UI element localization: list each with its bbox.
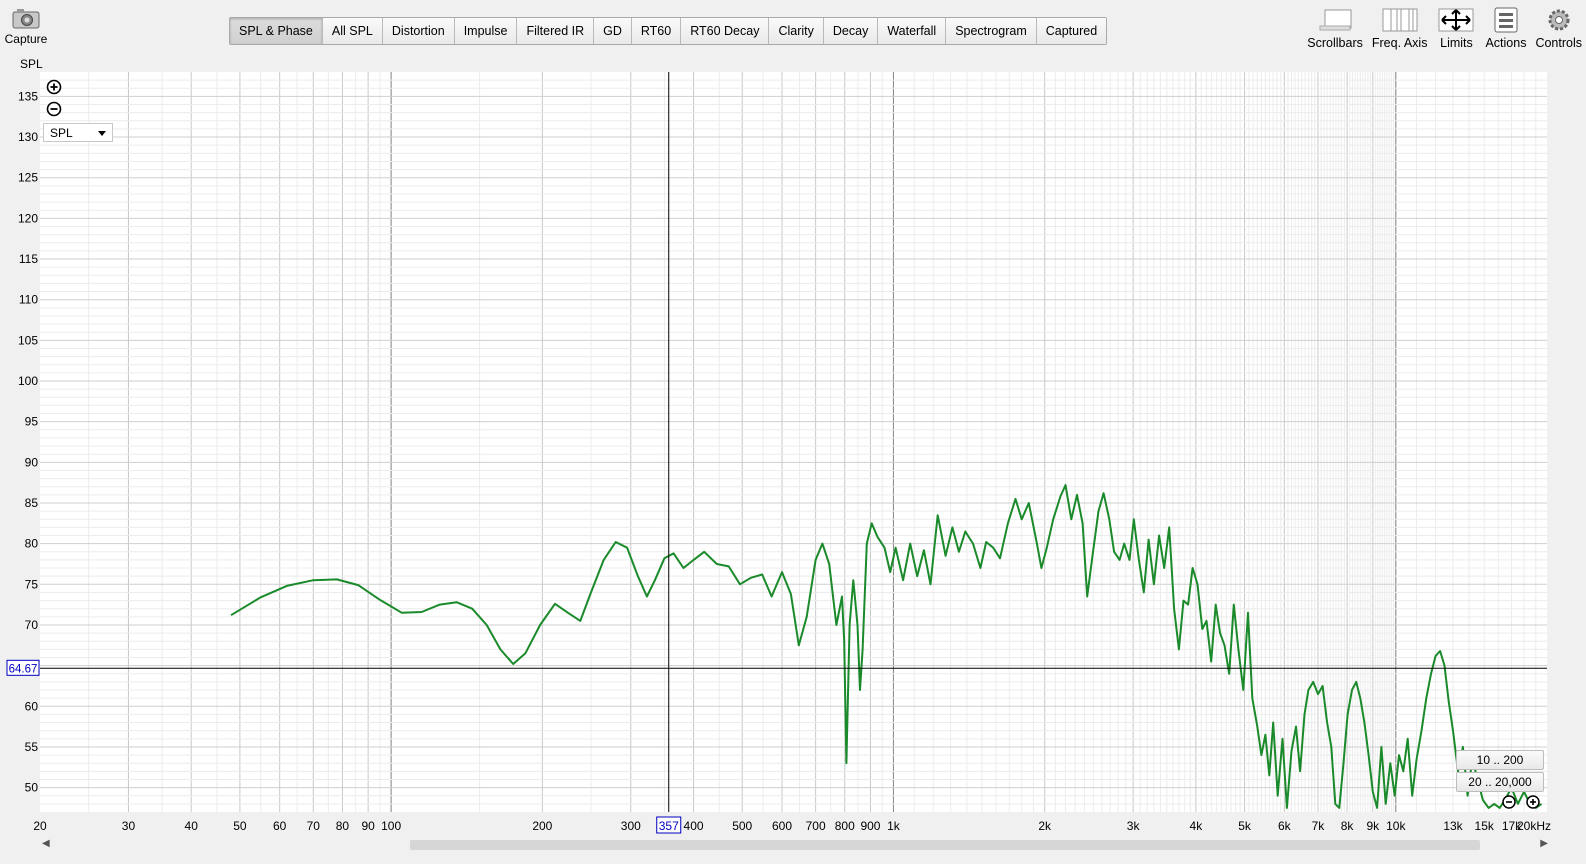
- y-tick-labels: 5055606570758085909510010511011512012513…: [18, 89, 38, 794]
- x-tick-label: 80: [336, 819, 350, 833]
- limits-button[interactable]: Limits: [1436, 6, 1476, 50]
- trace-selector-value: SPL: [50, 126, 73, 140]
- scrollbars-icon: [1319, 9, 1352, 31]
- y-tick-label: 90: [25, 455, 39, 469]
- x-zoom-out-icon[interactable]: [1502, 795, 1516, 809]
- y-tick-label: 80: [25, 537, 39, 551]
- controls-icon: [1548, 9, 1570, 31]
- x-tick-label: 15k: [1475, 819, 1495, 833]
- tab-impulse[interactable]: Impulse: [454, 18, 518, 44]
- scrollbars-button[interactable]: Scrollbars: [1307, 6, 1363, 50]
- x-tick-label: 10k: [1386, 819, 1406, 833]
- actions-label: Actions: [1485, 36, 1527, 50]
- tab-clarity[interactable]: Clarity: [769, 18, 824, 44]
- x-tick-label: 13k: [1443, 819, 1463, 833]
- range-10-200-button[interactable]: 10 .. 200: [1456, 750, 1544, 770]
- y-tick-label: 85: [25, 496, 39, 510]
- x-tick-label: 6k: [1278, 819, 1292, 833]
- x-tick-label: 300: [621, 819, 641, 833]
- x-tick-label: 70: [307, 819, 321, 833]
- x-tick-label: 8k: [1341, 819, 1355, 833]
- scrollbars-label: Scrollbars: [1307, 36, 1363, 50]
- tab-waterfall[interactable]: Waterfall: [878, 18, 947, 44]
- tab-decay[interactable]: Decay: [823, 18, 879, 44]
- zoom-in-icon[interactable]: [46, 79, 62, 95]
- y-tick-label: 115: [19, 252, 38, 266]
- x-tick-label: 9k: [1366, 819, 1380, 833]
- tab-rt60-decay[interactable]: RT60 Decay: [681, 18, 770, 44]
- x-tick-label: 700: [806, 819, 826, 833]
- x-tick-label: 800: [835, 819, 855, 833]
- x-tick-label: 90: [361, 819, 375, 833]
- scrollbar-thumb[interactable]: [410, 840, 1480, 850]
- x-tick-label: 500: [732, 819, 752, 833]
- x-tick-label: 400: [684, 819, 704, 833]
- freq-axis-button[interactable]: Freq. Axis: [1371, 6, 1428, 50]
- y-tick-label: 110: [19, 293, 38, 307]
- capture-button[interactable]: Capture: [4, 8, 48, 46]
- x-tick-label: 5k: [1238, 819, 1252, 833]
- x-tick-label: 20: [33, 819, 47, 833]
- cursor-x-readout: 357: [659, 819, 679, 833]
- freq-axis-icon: [1382, 8, 1418, 32]
- limits-icon: [1438, 8, 1474, 32]
- x-tick-label: 40: [185, 819, 199, 833]
- x-tick-label: 60: [273, 819, 287, 833]
- y-tick-label: 135: [18, 89, 38, 103]
- cursor-y-readout: 64.67: [9, 663, 38, 675]
- zoom-out-icon[interactable]: [46, 101, 62, 117]
- y-tick-label: 75: [25, 577, 39, 591]
- tab-filtered-ir[interactable]: Filtered IR: [517, 18, 595, 44]
- controls-label: Controls: [1535, 36, 1582, 50]
- x-tick-label: 7k: [1312, 819, 1326, 833]
- tab-rt60[interactable]: RT60: [631, 18, 682, 44]
- tab-spl-phase[interactable]: SPL & Phase: [230, 18, 323, 44]
- x-tick-label: 900: [860, 819, 880, 833]
- actions-icon: [1494, 7, 1518, 33]
- y-tick-label: 125: [18, 171, 38, 185]
- graph-tabs: SPL & Phase All SPL Distortion Impulse F…: [229, 17, 1108, 45]
- limits-label: Limits: [1440, 36, 1473, 50]
- x-tick-label: 200: [532, 819, 552, 833]
- x-tick-label: 100: [381, 819, 401, 833]
- right-toolbar: Scrollbars Freq. Axis Limits Actions Con…: [1298, 6, 1582, 50]
- x-tick-labels: 20 30 40 50 60 70 80 90 100 200 300 400 500 600 700 800…: [33, 819, 1551, 833]
- y-tick-label: 95: [25, 415, 39, 429]
- y-tick-label: 105: [18, 333, 38, 347]
- tab-gd[interactable]: GD: [594, 18, 632, 44]
- tab-all-spl[interactable]: All SPL: [322, 18, 383, 44]
- x-tick-label: 20kHz: [1517, 819, 1551, 833]
- controls-button[interactable]: Controls: [1535, 6, 1582, 50]
- scroll-right-icon[interactable]: ▶: [1540, 838, 1548, 849]
- horizontal-scrollbar[interactable]: ◀ ▶: [40, 838, 1550, 852]
- actions-button[interactable]: Actions: [1485, 6, 1526, 50]
- x-tick-label: 2k: [1038, 819, 1052, 833]
- spl-chart[interactable]: 5055606570758085909510010511011512012513…: [0, 70, 1586, 840]
- range-20-20000-button[interactable]: 20 .. 20,000: [1456, 772, 1544, 792]
- y-tick-label: 130: [18, 130, 38, 144]
- x-tick-label: 50: [233, 819, 247, 833]
- y-tick-label: 70: [25, 618, 39, 632]
- scroll-left-icon[interactable]: ◀: [42, 838, 50, 849]
- tab-distortion[interactable]: Distortion: [382, 18, 455, 44]
- x-tick-label: 600: [772, 819, 792, 833]
- y-tick-label: 50: [25, 781, 39, 795]
- y-tick-label: 60: [25, 699, 39, 713]
- y-tick-label: 100: [18, 374, 38, 388]
- x-tick-label: 4k: [1190, 819, 1204, 833]
- tab-captured[interactable]: Captured: [1036, 18, 1107, 44]
- y-axis-title: SPL: [20, 57, 43, 71]
- tab-spectrogram[interactable]: Spectrogram: [946, 18, 1037, 44]
- x-tick-label: 3k: [1127, 819, 1141, 833]
- y-tick-label: 120: [18, 211, 38, 225]
- y-tick-label: 55: [25, 740, 39, 754]
- x-tick-label: 30: [122, 819, 136, 833]
- chevron-down-icon: [98, 131, 106, 136]
- x-tick-label: 1k: [887, 819, 901, 833]
- capture-label: Capture: [4, 32, 48, 46]
- trace-selector[interactable]: SPL: [43, 123, 113, 142]
- freq-axis-label: Freq. Axis: [1371, 36, 1428, 50]
- camera-icon: [12, 9, 40, 29]
- x-zoom-in-icon[interactable]: [1526, 795, 1540, 809]
